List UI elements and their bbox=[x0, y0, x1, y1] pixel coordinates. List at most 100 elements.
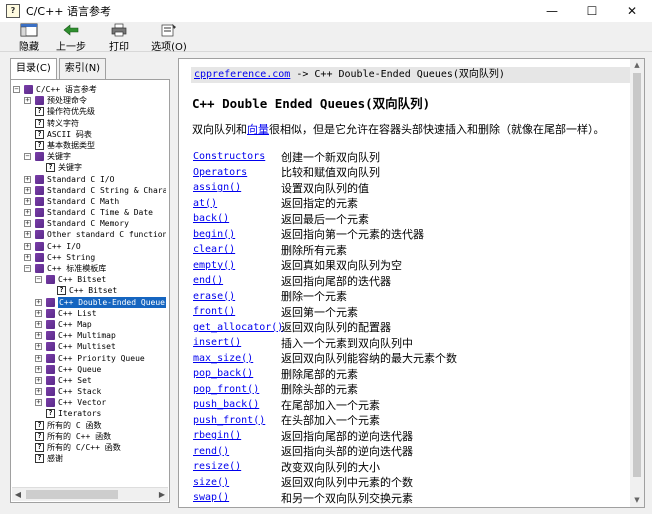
tree-item[interactable]: + C++ Stack bbox=[13, 386, 166, 397]
tree-item[interactable]: ? 所有的 C/C++ 函数 bbox=[13, 442, 166, 453]
vector-link[interactable]: 向量 bbox=[247, 123, 269, 136]
scroll-thumb[interactable] bbox=[26, 490, 118, 499]
close-button[interactable]: ✕ bbox=[612, 0, 652, 22]
tree-item[interactable]: ? 所有的 C 函数 bbox=[13, 420, 166, 431]
hide-button[interactable]: 隐藏 bbox=[14, 22, 44, 53]
options-button[interactable]: 选项(O) bbox=[151, 22, 187, 53]
expand-icon[interactable]: + bbox=[35, 365, 42, 373]
tree-item[interactable]: ? 感谢 bbox=[13, 453, 166, 464]
tree-item[interactable]: ? C++ Bitset bbox=[13, 285, 166, 296]
expand-icon[interactable]: + bbox=[35, 309, 42, 317]
expand-icon[interactable]: + bbox=[24, 197, 31, 205]
tree-item[interactable]: ? 转义字符 bbox=[13, 118, 166, 129]
function-link[interactable]: get_allocator() bbox=[193, 322, 283, 333]
tree-item[interactable]: + C++ I/O bbox=[13, 241, 166, 252]
function-link[interactable]: swap() bbox=[193, 492, 281, 503]
function-link[interactable]: insert() bbox=[193, 337, 281, 348]
scroll-left-icon[interactable]: ◀ bbox=[12, 488, 24, 502]
expand-icon[interactable]: + bbox=[24, 253, 31, 261]
function-link[interactable]: size() bbox=[193, 477, 281, 488]
tab-contents[interactable]: 目录(C) bbox=[10, 58, 57, 80]
tree-item[interactable]: + C++ Set bbox=[13, 375, 166, 386]
tree-item[interactable]: + 预处理命令 bbox=[13, 95, 166, 106]
scroll-thumb[interactable] bbox=[633, 73, 641, 477]
tree-item[interactable]: ? 关键字 bbox=[13, 162, 166, 173]
tree-item[interactable]: + C++ Queue bbox=[13, 364, 166, 375]
collapse-icon[interactable]: − bbox=[24, 153, 31, 161]
expand-icon[interactable]: + bbox=[35, 320, 42, 328]
expand-icon[interactable]: + bbox=[35, 399, 42, 407]
expand-icon[interactable]: + bbox=[35, 298, 42, 306]
tree-item[interactable]: − C++ 标准模板库 bbox=[13, 263, 166, 274]
tree-item[interactable]: + C++ String bbox=[13, 252, 166, 263]
print-button[interactable]: 打印 bbox=[106, 22, 132, 53]
tree-item[interactable]: ? 所有的 C++ 函数 bbox=[13, 431, 166, 442]
tree-item[interactable]: + C++ Map bbox=[13, 319, 166, 330]
tab-index[interactable]: 索引(N) bbox=[58, 58, 107, 79]
tree-item[interactable]: + C++ Double-Ended Queue bbox=[13, 296, 166, 308]
tree-item[interactable]: + C++ List bbox=[13, 308, 166, 319]
tree-item[interactable]: + Other standard C functions bbox=[13, 229, 166, 240]
function-link[interactable]: back() bbox=[193, 213, 281, 224]
scroll-right-icon[interactable]: ▶ bbox=[156, 488, 168, 502]
content-vertical-scrollbar[interactable]: ▲ ▼ bbox=[630, 59, 644, 507]
function-link[interactable]: erase() bbox=[193, 291, 281, 302]
tree-item[interactable]: + Standard C Math bbox=[13, 196, 166, 207]
scroll-down-icon[interactable]: ▼ bbox=[630, 494, 644, 507]
function-link[interactable]: push_back() bbox=[193, 399, 281, 410]
expand-icon[interactable]: + bbox=[35, 388, 42, 396]
function-link[interactable]: pop_front() bbox=[193, 384, 281, 395]
tree-item[interactable]: ? ASCII 码表 bbox=[13, 129, 166, 140]
tree-item[interactable]: − C/C++ 语言参考 bbox=[13, 84, 166, 95]
expand-icon[interactable]: + bbox=[35, 376, 42, 384]
tree-item[interactable]: + C++ Priority Queue bbox=[13, 353, 166, 364]
function-link[interactable]: push_front() bbox=[193, 415, 281, 426]
tree-item[interactable]: − C++ Bitset bbox=[13, 274, 166, 285]
function-link[interactable]: empty() bbox=[193, 260, 281, 271]
function-link[interactable]: rbegin() bbox=[193, 430, 281, 441]
tree-item[interactable]: + Standard C Memory bbox=[13, 218, 166, 229]
scroll-up-icon[interactable]: ▲ bbox=[630, 59, 644, 72]
expand-icon[interactable]: + bbox=[35, 343, 42, 351]
expand-icon[interactable]: + bbox=[24, 186, 31, 194]
function-link[interactable]: front() bbox=[193, 306, 281, 317]
expand-icon[interactable]: + bbox=[24, 175, 31, 183]
function-link[interactable]: end() bbox=[193, 275, 281, 286]
tree-item[interactable]: + C++ Vector bbox=[13, 397, 166, 408]
function-link[interactable]: rend() bbox=[193, 446, 281, 457]
tree-item[interactable]: + C++ Multiset bbox=[13, 341, 166, 352]
maximize-button[interactable]: ☐ bbox=[572, 0, 612, 22]
tree-item[interactable]: + Standard C Time & Date bbox=[13, 207, 166, 218]
function-link[interactable]: assign() bbox=[193, 182, 281, 193]
expand-icon[interactable]: + bbox=[24, 209, 31, 217]
expand-icon[interactable]: + bbox=[24, 231, 31, 239]
function-link[interactable]: max_size() bbox=[193, 353, 281, 364]
expand-icon[interactable]: + bbox=[35, 332, 42, 340]
minimize-button[interactable]: — bbox=[532, 0, 572, 22]
tree-item[interactable]: + C++ Multimap bbox=[13, 330, 166, 341]
tree-item[interactable]: − 关键字 bbox=[13, 151, 166, 162]
expand-icon[interactable]: + bbox=[24, 220, 31, 228]
tree-item[interactable]: ? 操作符优先级 bbox=[13, 106, 166, 117]
expand-icon[interactable]: + bbox=[35, 354, 42, 362]
home-link[interactable]: cppreference.com bbox=[194, 69, 290, 80]
collapse-icon[interactable]: − bbox=[24, 265, 31, 272]
function-link[interactable]: Operators bbox=[193, 167, 281, 178]
function-link[interactable]: Constructors bbox=[193, 151, 281, 162]
tree-horizontal-scrollbar[interactable]: ◀ ▶ bbox=[12, 487, 168, 501]
tree-item[interactable]: ? Iterators bbox=[13, 408, 166, 419]
expand-icon[interactable]: + bbox=[24, 242, 31, 250]
contents-tree[interactable]: − C/C++ 语言参考 + 预处理命令? 操作符优先级? 转义字符? ASCII 码表? 基… bbox=[13, 84, 166, 484]
tree-item[interactable]: + Standard C String & Character bbox=[13, 185, 166, 196]
function-link[interactable]: pop_back() bbox=[193, 368, 281, 379]
collapse-icon[interactable]: − bbox=[13, 86, 20, 93]
function-link[interactable]: begin() bbox=[193, 229, 281, 240]
tree-item[interactable]: + Standard C I/O bbox=[13, 174, 166, 185]
expand-icon[interactable]: + bbox=[24, 97, 31, 105]
function-link[interactable]: resize() bbox=[193, 461, 281, 472]
tree-item[interactable]: ? 基本数据类型 bbox=[13, 140, 166, 151]
function-link[interactable]: clear() bbox=[193, 244, 281, 255]
collapse-icon[interactable]: − bbox=[35, 276, 42, 284]
back-button[interactable]: 上一步 bbox=[56, 22, 86, 53]
function-link[interactable]: at() bbox=[193, 198, 281, 209]
